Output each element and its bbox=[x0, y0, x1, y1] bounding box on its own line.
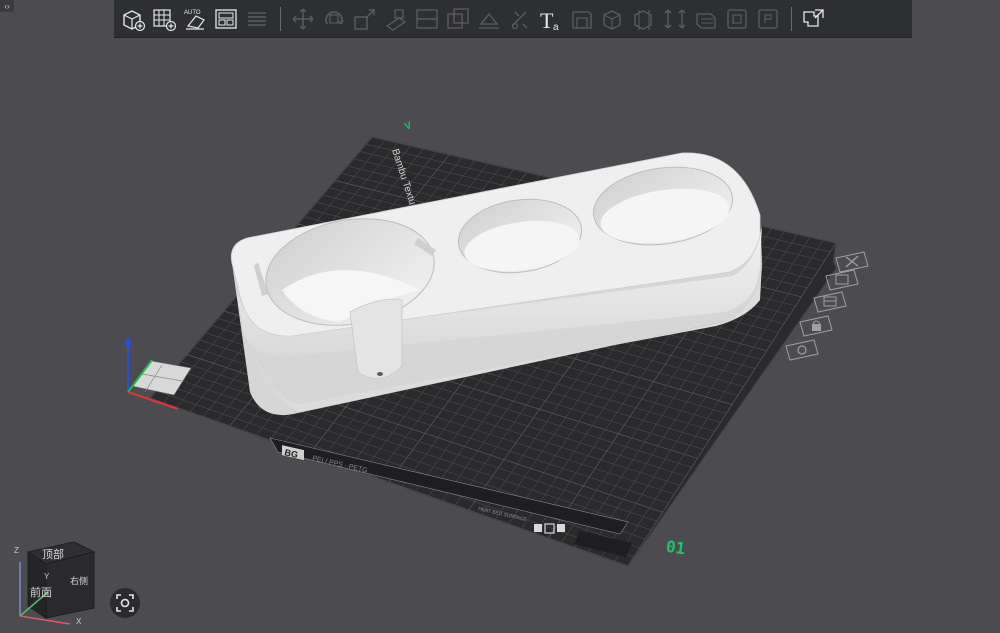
plate-number: 01 bbox=[664, 536, 687, 559]
measure-button[interactable] bbox=[598, 4, 628, 34]
text-button[interactable]: Ta bbox=[536, 4, 566, 34]
view-cube[interactable]: 顶部 前面 右侧 Z Y X bbox=[8, 532, 104, 628]
auto-orient-icon: AUTO bbox=[184, 10, 205, 30]
add-part-button[interactable] bbox=[118, 4, 148, 34]
plate-axis-marker: V bbox=[403, 120, 413, 133]
seam-paint-icon bbox=[511, 10, 528, 29]
lock-plate-icon[interactable] bbox=[799, 315, 833, 337]
arrange-icon bbox=[215, 8, 237, 29]
layer-editing-icon bbox=[664, 9, 686, 28]
scale-icon bbox=[354, 8, 375, 30]
support-paint-button[interactable] bbox=[474, 4, 504, 34]
text-tool-glyph: T bbox=[540, 8, 554, 32]
brim-ears-icon bbox=[727, 8, 747, 29]
axis-y-label: Y bbox=[44, 572, 50, 581]
add-plate-button[interactable] bbox=[149, 4, 179, 34]
measure-icon bbox=[603, 9, 621, 30]
collapse-sidebar-button[interactable]: ‹› bbox=[0, 0, 14, 12]
fuzzy-skin-icon bbox=[758, 8, 778, 29]
svg-emboss-icon bbox=[572, 10, 592, 29]
split-objects-icon bbox=[248, 11, 266, 26]
assembly-view-icon bbox=[803, 8, 824, 27]
text-icon: Ta bbox=[540, 8, 559, 32]
assembly-button[interactable] bbox=[629, 4, 659, 34]
view-cube-right-label[interactable]: 右侧 bbox=[70, 574, 88, 587]
view-cube-front-label[interactable]: 前面 bbox=[30, 584, 52, 600]
plate-badge: BG bbox=[284, 447, 299, 460]
svg-emboss-button[interactable] bbox=[567, 4, 597, 34]
arrange-button[interactable] bbox=[211, 4, 241, 34]
assembly-icon bbox=[634, 9, 652, 30]
add-plate-icon bbox=[153, 8, 177, 31]
layer-editing-button[interactable] bbox=[660, 4, 690, 34]
auto-orient-button[interactable]: AUTO bbox=[180, 4, 210, 34]
fit-view-button[interactable] bbox=[110, 588, 140, 618]
top-toolbar: AUTO Ta bbox=[114, 0, 912, 38]
mesh-boolean-icon bbox=[447, 7, 469, 29]
brim-ears-button[interactable] bbox=[722, 4, 752, 34]
axis-z-label: Z bbox=[14, 546, 19, 555]
cut-button[interactable] bbox=[412, 4, 442, 34]
scale-button[interactable] bbox=[350, 4, 380, 34]
arrange-plate-icon[interactable] bbox=[813, 291, 847, 313]
mesh-boolean-button[interactable] bbox=[443, 4, 473, 34]
3d-viewport[interactable]: Bambu Textured BG PEI / PPS · PETG HEAT … bbox=[0, 0, 1000, 629]
split-objects-button[interactable] bbox=[242, 4, 272, 34]
lay-on-face-icon bbox=[385, 8, 407, 31]
move-icon bbox=[292, 8, 314, 29]
rotate-icon bbox=[325, 10, 344, 25]
plate-settings-icon[interactable] bbox=[785, 339, 819, 361]
support-paint-icon bbox=[479, 12, 499, 29]
assembly-view-button[interactable] bbox=[799, 4, 829, 34]
text-tool-subglyph: a bbox=[553, 22, 559, 32]
variable-height-icon bbox=[696, 12, 716, 29]
add-part-icon bbox=[123, 9, 146, 31]
seam-paint-button[interactable] bbox=[505, 4, 535, 34]
fit-view-icon bbox=[116, 594, 134, 612]
toolbar-separator bbox=[280, 6, 281, 31]
close-plate-icon[interactable] bbox=[835, 251, 869, 273]
move-button[interactable] bbox=[288, 4, 318, 34]
lay-on-face-button[interactable] bbox=[381, 4, 411, 34]
cut-icon bbox=[416, 8, 438, 29]
rotate-button[interactable] bbox=[319, 4, 349, 34]
svg-text:AUTO: AUTO bbox=[184, 10, 201, 16]
fuzzy-skin-button[interactable] bbox=[753, 4, 783, 34]
variable-height-button[interactable] bbox=[691, 4, 721, 34]
axis-x-label: X bbox=[76, 617, 82, 626]
view-cube-top-label[interactable]: 顶部 bbox=[42, 546, 64, 562]
toolbar-separator bbox=[791, 6, 792, 31]
